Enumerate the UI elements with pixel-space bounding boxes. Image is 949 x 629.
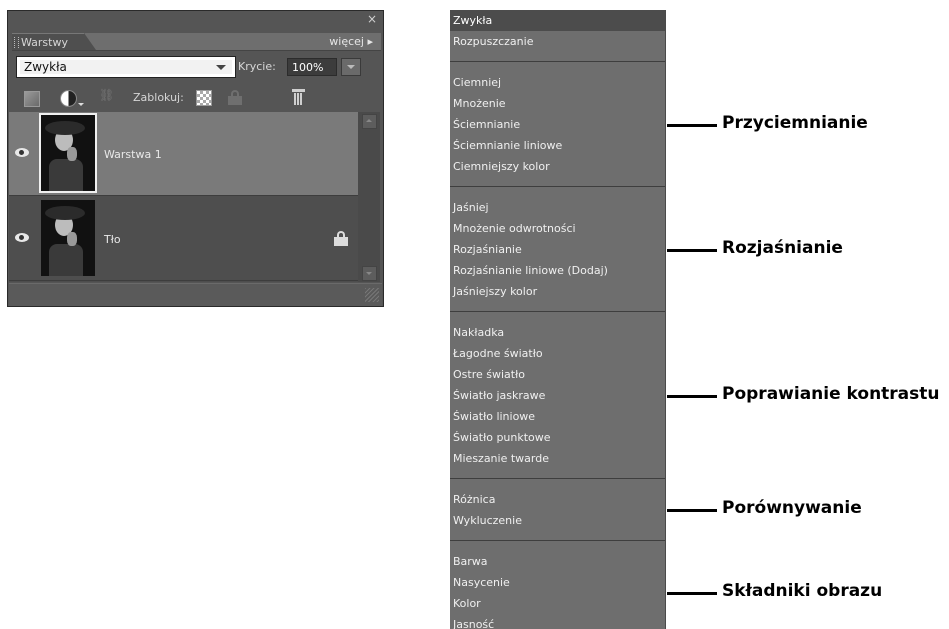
tab-edge [84,33,96,50]
menu-item[interactable]: Jasność [450,614,665,629]
layer-name: Tło [104,233,121,246]
panel-bottom-bar [9,283,382,306]
layer-row[interactable]: Warstwa 1 [9,112,358,196]
menu-item[interactable]: Zwykła [450,10,665,31]
group-label: Przyciemnianie [722,112,868,133]
menu-item[interactable]: Ciemniej [450,72,665,93]
menu-item[interactable]: Rozjaśnianie liniowe (Dodaj) [450,260,665,281]
group-connector-line [667,509,717,512]
menu-item[interactable]: Kolor [450,593,665,614]
group-label: Poprawianie kontrastu [722,383,940,404]
lock-label: Zablokuj: [133,91,184,104]
tab-layers[interactable]: Warstwy [12,33,84,50]
adjustment-icon[interactable] [60,90,77,107]
link-icon[interactable]: ⛓ [99,88,114,102]
eye-icon[interactable] [15,233,29,242]
group-connector-line [667,394,717,398]
adjustment-dropdown-icon[interactable] [78,103,84,106]
menu-item[interactable]: Mieszanie twarde [450,448,665,469]
group-label: Rozjaśnianie [722,237,843,258]
opacity-label: Krycie: [238,60,276,73]
menu-separator [450,540,665,541]
group-connector-line [667,592,717,595]
layer-row[interactable]: Tło [9,197,358,281]
scrollbar[interactable] [358,112,380,282]
opacity-dropdown-button[interactable] [341,58,361,76]
group-label: Porównywanie [722,498,862,518]
menu-item[interactable]: Światło punktowe [450,427,665,448]
blend-mode-value: Zwykła [24,60,67,74]
menu-item[interactable]: Różnica [450,489,665,510]
resize-grip-icon[interactable] [365,288,379,302]
layer-thumbnail [41,200,95,276]
group-connector-line [667,248,717,252]
menu-item[interactable]: Światło liniowe [450,406,665,427]
menu-separator [450,61,665,62]
layer-thumbnail [39,113,97,193]
blend-mode-select[interactable]: Zwykła [16,56,236,78]
group-connector-line [667,123,717,127]
group-label: Składniki obrazu [722,581,883,601]
trash-icon[interactable] [292,89,305,105]
menu-item[interactable]: Ściemnianie [450,114,665,135]
eye-icon[interactable] [15,148,29,157]
new-layer-icon[interactable] [24,91,40,107]
menu-item[interactable]: Łagodne światło [450,343,665,364]
menu-item[interactable]: Ostre światło [450,364,665,385]
menu-item[interactable]: Mnożenie odwrotności [450,218,665,239]
layers-panel: × Warstwy więcej ▸ Zwykła Krycie: 100% ⛓… [7,10,384,307]
menu-item[interactable]: Barwa [450,551,665,572]
menu-item[interactable]: Nakładka [450,322,665,343]
menu-item[interactable]: Mnożenie [450,93,665,114]
menu-separator [450,186,665,187]
opacity-input[interactable]: 100% [287,58,337,76]
panel-tab-bar: Warstwy więcej ▸ [12,33,381,51]
close-icon[interactable]: × [367,12,377,26]
menu-separator [450,311,665,312]
layer-name: Warstwa 1 [104,148,162,161]
menu-item[interactable]: Rozjaśnianie [450,239,665,260]
menu-item[interactable]: Jaśniej [450,197,665,218]
scroll-down-button[interactable] [362,266,377,281]
menu-item[interactable]: Rozpuszczanie [450,31,665,52]
lock-all-icon[interactable] [228,90,242,105]
scroll-up-button[interactable] [362,114,377,129]
menu-item[interactable]: Wykluczenie [450,510,665,531]
lock-transparency-icon[interactable] [196,90,212,106]
menu-item[interactable]: Nasycenie [450,572,665,593]
more-menu-button[interactable]: więcej ▸ [329,33,373,50]
menu-item[interactable]: Ciemniejszy kolor [450,156,665,177]
menu-item[interactable]: Jaśniejszy kolor [450,281,665,302]
layers-list: Warstwa 1 Tło [9,112,358,282]
menu-separator [450,478,665,479]
chevron-down-icon [216,65,226,70]
menu-item[interactable]: Ściemnianie liniowe [450,135,665,156]
menu-item[interactable]: Światło jaskrawe [450,385,665,406]
blend-mode-menu: Zwykła Rozpuszczanie Ciemniej Mnożenie Ściem… [450,10,666,629]
lock-icon [334,231,348,246]
